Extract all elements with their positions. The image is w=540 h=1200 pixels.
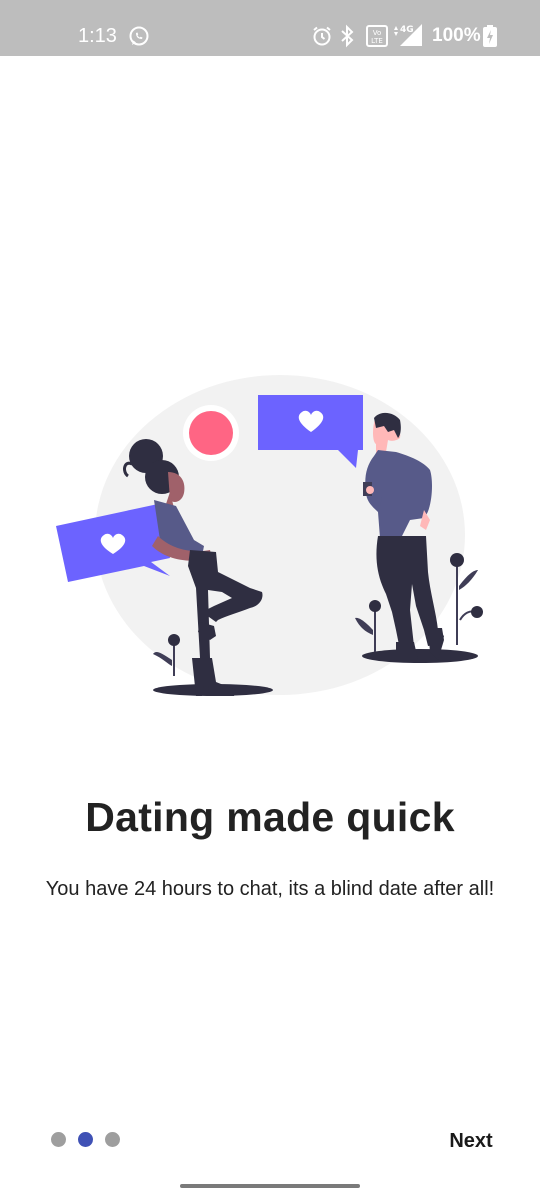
alarm-icon: [311, 25, 333, 52]
couple-chatting-illustration: [40, 360, 510, 710]
home-gesture-bar[interactable]: [180, 1184, 360, 1188]
status-bar: 1:13 Vo LTE 4G 100%: [0, 0, 540, 56]
svg-text:Vo: Vo: [373, 29, 382, 37]
onboarding-title: Dating made quick: [85, 794, 455, 840]
svg-text:LTE: LTE: [371, 37, 383, 45]
volte-icon: Vo LTE: [366, 25, 388, 52]
page-dot-1[interactable]: [51, 1132, 66, 1147]
onboarding-subtitle: You have 24 hours to chat, its a blind d…: [45, 878, 495, 900]
bluetooth-icon: [339, 24, 355, 53]
battery-charging-icon: [483, 25, 497, 52]
page-dot-3[interactable]: [105, 1132, 120, 1147]
svg-text:4G: 4G: [400, 25, 414, 35]
whatsapp-icon: [128, 25, 150, 52]
status-time: 1:13: [78, 25, 117, 47]
next-button[interactable]: Next: [436, 1124, 506, 1158]
battery-percent: 100%: [432, 25, 481, 46]
signal-4g-icon: 4G: [392, 22, 424, 53]
man-ground-shadow: [362, 649, 478, 663]
page-dot-2-active[interactable]: [78, 1132, 93, 1147]
pink-notification-dot: [189, 411, 233, 455]
onboarding-screen: 1:13 Vo LTE 4G 100% Dating made quick Yo…: [0, 0, 540, 1200]
